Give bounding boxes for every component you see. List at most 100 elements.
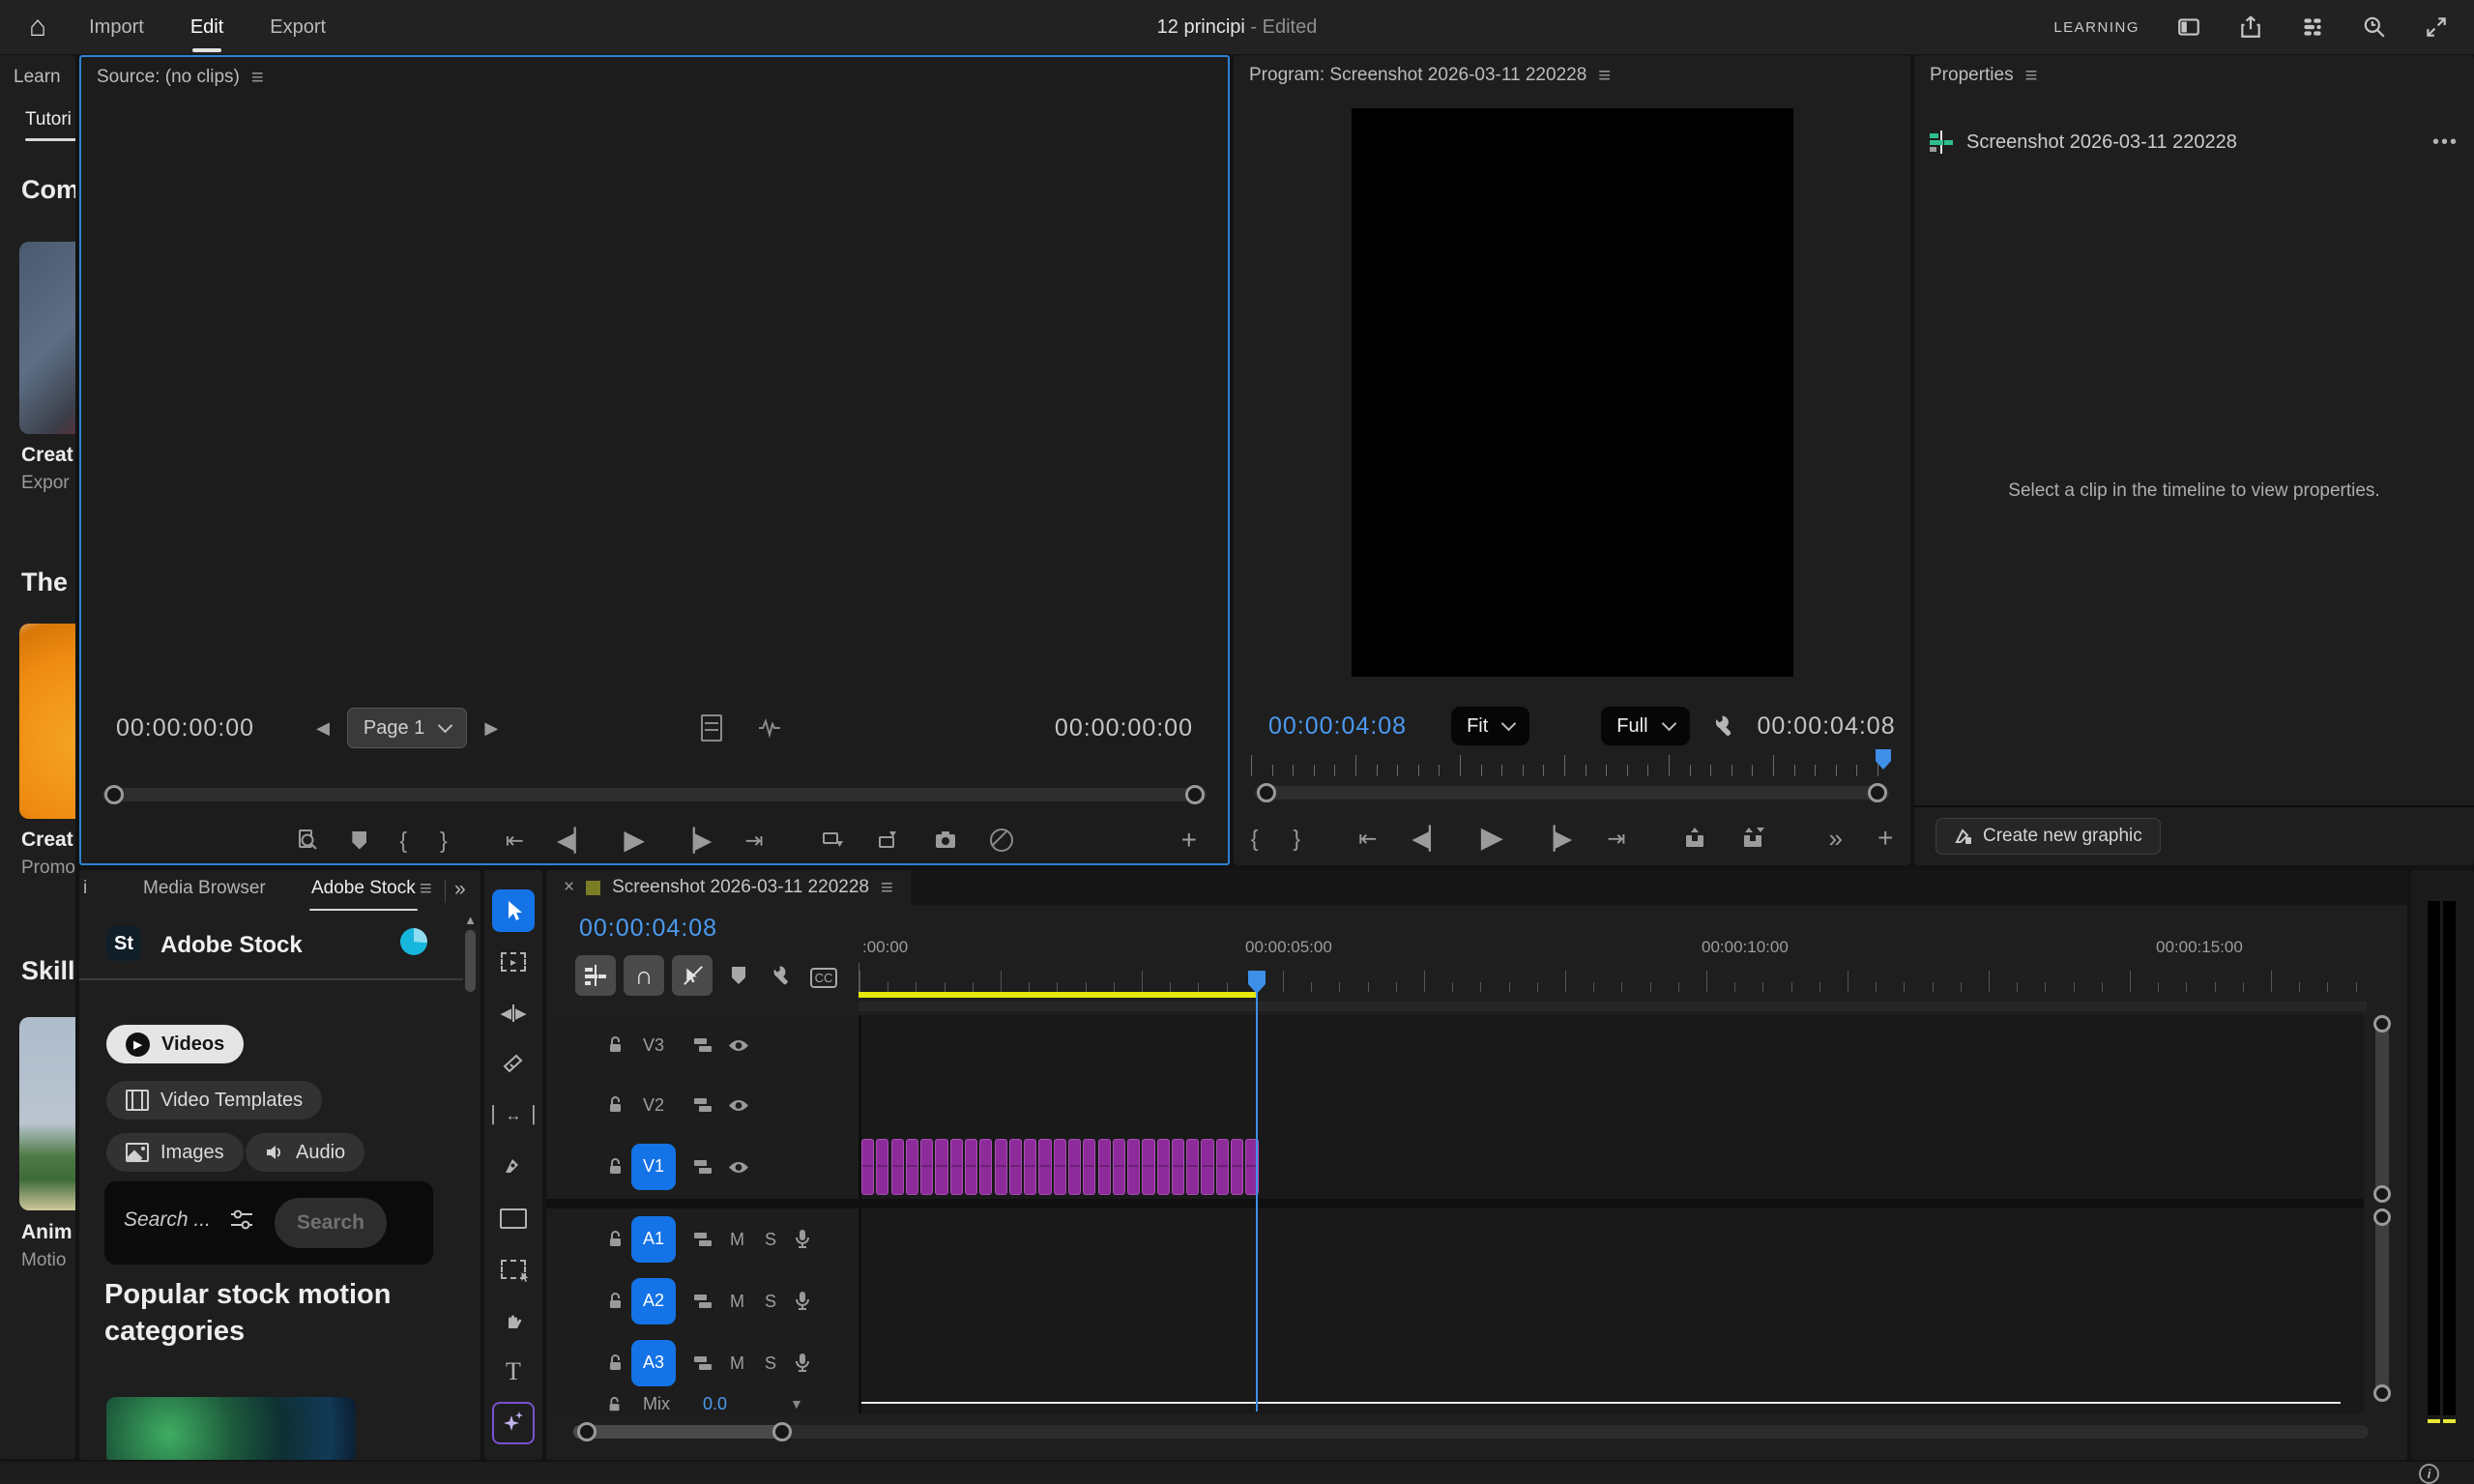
scrollbar-up-icon[interactable]: ▲	[464, 913, 477, 927]
hand-tool[interactable]	[492, 1299, 535, 1342]
sync-disabled-icon[interactable]	[990, 829, 1013, 852]
timeline-playhead-timecode[interactable]: 00:00:04:08	[579, 915, 717, 943]
video-tracks-scrollbar[interactable]	[2375, 1017, 2389, 1201]
track-row-a1[interactable]: A1 M S	[546, 1208, 2364, 1272]
stock-vertical-scrollbar[interactable]	[465, 930, 476, 992]
nav-tab-edit[interactable]: Edit	[190, 16, 223, 39]
track-name[interactable]: Mix	[643, 1394, 670, 1414]
panel-menu-icon[interactable]: ≡	[251, 67, 264, 88]
tab-tutorials[interactable]: Tutori	[25, 109, 72, 131]
panel-menu-icon[interactable]: ≡	[2025, 65, 2038, 86]
timeline-clip[interactable]	[1083, 1139, 1095, 1195]
track-name[interactable]: V3	[643, 1035, 664, 1056]
timeline-clip[interactable]	[1024, 1139, 1036, 1195]
add-marker-icon[interactable]	[352, 831, 366, 850]
play-button-icon[interactable]: ▶	[1481, 824, 1503, 853]
track-row-v2[interactable]: V2	[546, 1075, 2364, 1137]
resize-panel-icon[interactable]	[2176, 15, 2201, 40]
tab-hidden-truncated[interactable]: i	[83, 878, 87, 899]
source-patch-icon[interactable]	[693, 1354, 713, 1372]
go-to-out-icon[interactable]: ⇥	[1607, 828, 1625, 850]
quick-export-icon[interactable]	[2238, 15, 2263, 40]
source-patch-icon[interactable]	[693, 1036, 713, 1054]
timeline-clip[interactable]	[995, 1139, 1007, 1195]
step-forward-icon[interactable]: ▕▶	[1538, 828, 1572, 850]
mark-in-icon[interactable]: {	[1251, 828, 1259, 850]
tutorial-card-thumbnail[interactable]	[19, 242, 75, 434]
lock-icon[interactable]	[606, 1396, 624, 1413]
nav-tab-export[interactable]: Export	[270, 16, 326, 39]
lock-icon[interactable]	[606, 1230, 626, 1249]
filter-images-button[interactable]: Images	[106, 1133, 244, 1172]
solo-button[interactable]: S	[765, 1230, 776, 1250]
button-editor-plus-icon[interactable]: +	[1181, 827, 1197, 854]
tutorial-card-title[interactable]: Creat	[21, 829, 73, 852]
timeline-clip[interactable]	[1172, 1139, 1184, 1195]
mark-in-icon[interactable]: {	[399, 829, 407, 852]
zoom-level-dropdown[interactable]: Fit	[1451, 707, 1529, 745]
timeline-clip[interactable]	[1009, 1139, 1022, 1195]
source-zoom-scrollbar[interactable]	[102, 788, 1207, 801]
voiceover-mic-icon[interactable]	[794, 1353, 811, 1374]
extract-icon[interactable]	[1741, 828, 1764, 849]
lock-icon[interactable]	[606, 1095, 626, 1115]
track-target-badge[interactable]: A2	[631, 1278, 676, 1324]
timeline-clip[interactable]	[979, 1139, 992, 1195]
lock-icon[interactable]	[606, 1292, 626, 1311]
panel-menu-icon[interactable]: ≡	[1598, 65, 1611, 86]
timeline-clip[interactable]	[876, 1139, 888, 1195]
track-select-forward-tool[interactable]: ▸	[492, 941, 535, 983]
timeline-clip[interactable]	[965, 1139, 977, 1195]
timeline-clip[interactable]	[906, 1139, 918, 1195]
tab-media-browser[interactable]: Media Browser	[143, 878, 266, 899]
sequence-row[interactable]: Screenshot 2026-03-11 220228 •••	[1930, 131, 2459, 154]
timeline-horizontal-scrollbar[interactable]	[573, 1425, 2369, 1439]
more-buttons-icon[interactable]: »	[1828, 826, 1842, 851]
work-area-bar[interactable]	[859, 1002, 2367, 1011]
lift-icon[interactable]	[1683, 828, 1706, 849]
search-button[interactable]: Search	[275, 1198, 387, 1248]
insert-icon[interactable]	[822, 829, 845, 851]
step-back-icon[interactable]: ◀▏	[1412, 828, 1445, 850]
video-audio-divider[interactable]	[546, 1199, 2364, 1208]
track-row-mix[interactable]: Mix 0.0 ▼	[546, 1394, 2364, 1413]
track-row-a2[interactable]: A2 M S	[546, 1270, 2364, 1334]
linked-selection-toggle[interactable]	[672, 955, 713, 996]
solo-button[interactable]: S	[765, 1353, 776, 1374]
search-input[interactable]: Search ...	[124, 1208, 211, 1232]
drag-video-icon[interactable]	[701, 714, 722, 742]
timeline-clip[interactable]	[1142, 1139, 1154, 1195]
source-patch-icon[interactable]	[693, 1293, 713, 1310]
program-mini-ruler[interactable]	[1251, 747, 1893, 778]
lock-icon[interactable]	[606, 1353, 626, 1373]
sequence-tab[interactable]: × Screenshot 2026-03-11 220228 ≡	[546, 870, 911, 905]
captions-icon[interactable]: CC	[809, 963, 838, 992]
mute-button[interactable]: M	[730, 1292, 744, 1312]
generative-ai-tool[interactable]	[492, 1402, 535, 1444]
play-button-icon[interactable]: ▶	[624, 827, 645, 854]
lock-icon[interactable]	[606, 1157, 626, 1177]
program-zoom-scrollbar[interactable]	[1255, 786, 1889, 800]
more-tabs-icon[interactable]: »	[454, 878, 466, 901]
filter-videos-button[interactable]: ▶ Videos	[106, 1025, 244, 1063]
ripple-edit-tool[interactable]: ◀▶	[492, 992, 535, 1034]
mix-level-value[interactable]: 0.0	[703, 1394, 727, 1414]
info-icon[interactable]: i	[2419, 1464, 2439, 1484]
filter-audio-button[interactable]: Audio	[246, 1133, 364, 1172]
timeline-clip[interactable]	[1186, 1139, 1199, 1195]
playback-resolution-dropdown[interactable]: Full	[1601, 707, 1689, 745]
pen-tool[interactable]	[492, 1146, 535, 1188]
track-target-badge[interactable]: A1	[631, 1216, 676, 1262]
page-selector-dropdown[interactable]: Page 1	[347, 708, 467, 748]
lock-icon[interactable]	[606, 1035, 626, 1055]
solo-button[interactable]: S	[765, 1292, 776, 1312]
selection-tool[interactable]	[492, 889, 535, 932]
next-page-button[interactable]: ▶	[484, 719, 498, 737]
tutorial-card-thumbnail[interactable]	[19, 624, 75, 819]
tutorial-card-thumbnail[interactable]	[19, 1017, 75, 1210]
timeline-playhead[interactable]	[1256, 984, 1258, 1411]
panel-menu-icon[interactable]: ≡	[881, 877, 893, 898]
slip-tool[interactable]: ▏↔▕	[492, 1094, 535, 1137]
fullscreen-icon[interactable]	[2424, 15, 2449, 40]
track-target-badge[interactable]: A3	[631, 1340, 676, 1385]
